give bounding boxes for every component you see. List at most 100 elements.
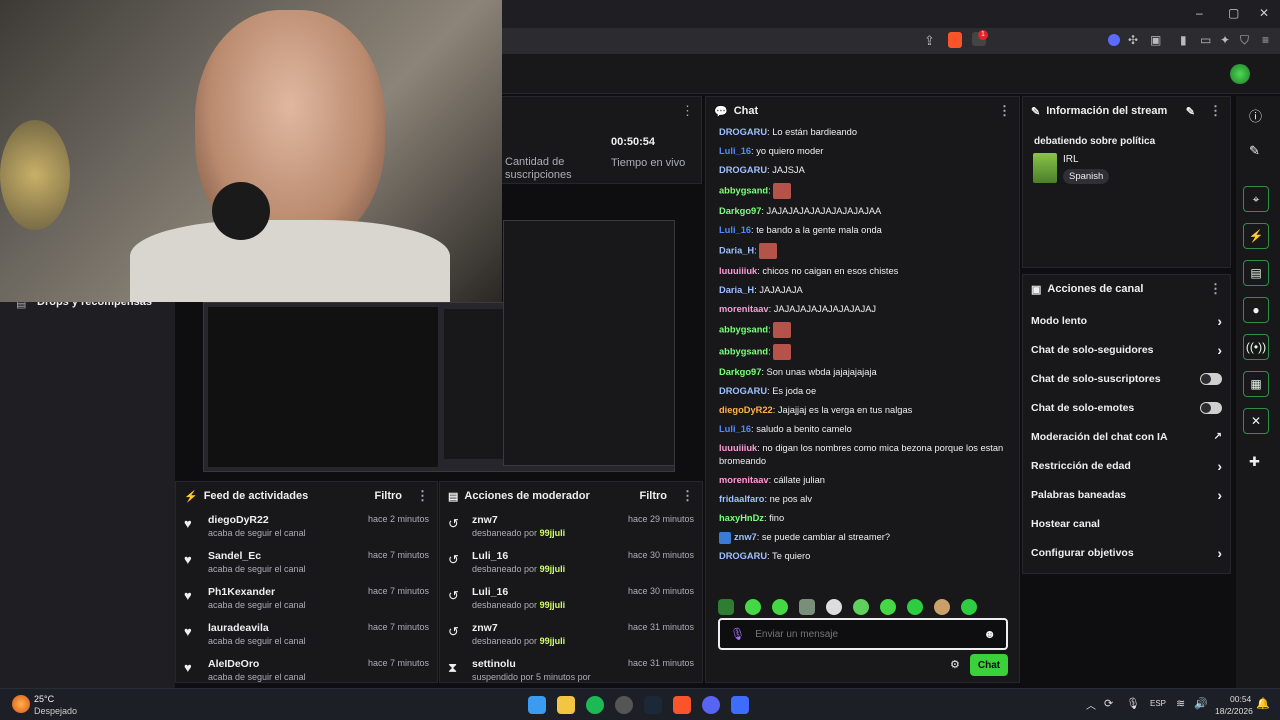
mod-actor-username[interactable]: 99jjuli bbox=[472, 682, 498, 683]
channel-action-item[interactable]: Chat de solo-seguidores › bbox=[1023, 335, 1230, 364]
chat-message[interactable]: Daria_H: bbox=[719, 240, 1009, 262]
mod-target-username[interactable]: settinolu bbox=[472, 658, 618, 670]
channel-action-item[interactable]: Restricción de edad › bbox=[1023, 451, 1230, 480]
emote-1-icon[interactable] bbox=[718, 599, 734, 615]
leo-icon[interactable]: ✦ bbox=[1220, 33, 1230, 47]
notes-button[interactable]: ▤ bbox=[1243, 260, 1269, 286]
wifi-icon[interactable]: ≋ bbox=[1176, 697, 1185, 710]
chat-username[interactable]: luuuiiiuk bbox=[719, 443, 757, 453]
emote-10-icon[interactable] bbox=[961, 599, 977, 615]
chat-username[interactable]: abbygsand bbox=[719, 185, 768, 195]
chat-username[interactable]: haxyHnDz bbox=[719, 513, 764, 523]
mod-actor-username[interactable]: 99jjuli bbox=[540, 564, 566, 574]
chat-message[interactable]: morenitaav: JAJAJAJAJAJAJAJAJAJ bbox=[719, 300, 1009, 319]
queue-button[interactable]: ▦ bbox=[1243, 371, 1269, 397]
chat-message[interactable]: Daria_H: JAJAJAJA bbox=[719, 281, 1009, 300]
minimize-button[interactable]: – bbox=[1196, 6, 1203, 20]
mod-action-row[interactable]: ⧗ settinolu suspendido por 5 minutos por 9… bbox=[440, 654, 702, 683]
mod-target-username[interactable]: znw7 bbox=[472, 622, 618, 634]
chat-username[interactable]: DROGARU bbox=[719, 386, 767, 396]
file-explorer-icon[interactable] bbox=[557, 696, 575, 714]
emote-3-icon[interactable] bbox=[772, 599, 788, 615]
chat-username[interactable]: Luli_16 bbox=[719, 146, 751, 156]
emote-8-icon[interactable] bbox=[907, 599, 923, 615]
close-window-button[interactable]: ✕ bbox=[1259, 6, 1269, 20]
stats-menu-icon[interactable]: ⋮ bbox=[681, 103, 694, 119]
chat-username[interactable]: abbygsand bbox=[719, 324, 768, 334]
chat-message[interactable]: Luli_16: yo quiero moder bbox=[719, 142, 1009, 161]
edit-info-icon[interactable]: ✎ bbox=[1186, 105, 1195, 118]
chat-username[interactable]: fridaalfaro bbox=[719, 494, 764, 504]
mod-action-row[interactable]: ↺ Luli_16 desbaneado por 99jjuli hace 30 mi… bbox=[440, 546, 702, 582]
tools-button[interactable]: ✕ bbox=[1243, 408, 1269, 434]
clip-button[interactable]: ⌖ bbox=[1243, 186, 1269, 212]
chat-username[interactable]: Darkgo97 bbox=[719, 367, 761, 377]
input-language[interactable]: ESP bbox=[1150, 699, 1166, 708]
screenshot-icon[interactable]: ▣ bbox=[1150, 33, 1161, 47]
app-icon[interactable] bbox=[731, 696, 749, 714]
menu-icon[interactable]: ≡ bbox=[1262, 33, 1269, 47]
toggle-switch[interactable] bbox=[1200, 372, 1222, 385]
chat-action-button[interactable]: ● bbox=[1243, 297, 1269, 323]
channel-action-item[interactable]: Chat de solo-emotes bbox=[1023, 393, 1230, 422]
activity-username[interactable]: diegoDyR22 bbox=[208, 514, 358, 526]
chat-message[interactable]: abbygsand: bbox=[719, 180, 1009, 202]
category-box-art[interactable] bbox=[1033, 153, 1057, 183]
emote-9-icon[interactable] bbox=[934, 599, 950, 615]
chat-message[interactable]: luuuiiiuk: no digan los nombres como mic… bbox=[719, 439, 1009, 471]
chat-message[interactable]: DROGARU: Lo están bardieando bbox=[719, 123, 1009, 142]
chat-username[interactable]: Darkgo97 bbox=[719, 206, 761, 216]
mod-filter-button[interactable]: Filtro bbox=[640, 490, 668, 502]
chevron-up-icon[interactable]: ︿ bbox=[1086, 697, 1096, 712]
chat-message[interactable]: Darkgo97: Son unas wbda jajajajajaja bbox=[719, 363, 1009, 382]
chat-username[interactable]: Daria_H bbox=[719, 285, 754, 295]
chat-username[interactable]: DROGARU bbox=[719, 127, 767, 137]
chat-message[interactable]: abbygsand: bbox=[719, 341, 1009, 363]
activity-row[interactable]: ♥ Ph1Kexander acaba de seguir el canal hace… bbox=[176, 582, 437, 618]
activity-row[interactable]: ♥ lauradeavila acaba de seguir el canal hac… bbox=[176, 618, 437, 654]
mod-target-username[interactable]: Luli_16 bbox=[472, 586, 618, 598]
mod-actor-username[interactable]: 99jjuli bbox=[540, 600, 566, 610]
chat-username[interactable]: znw7 bbox=[734, 532, 757, 542]
mod-action-row[interactable]: ↺ znw7 desbaneado por 99jjuli hace 29 minut… bbox=[440, 510, 702, 546]
start-icon[interactable] bbox=[528, 696, 546, 714]
mic-tray-icon[interactable]: 🎙 bbox=[1126, 697, 1140, 710]
chat-username[interactable]: morenitaav bbox=[719, 475, 769, 485]
chat-username[interactable]: abbygsand bbox=[719, 346, 768, 356]
brave-shield-icon[interactable] bbox=[948, 32, 962, 48]
share-icon[interactable]: ⇪ bbox=[924, 33, 935, 49]
chat-username[interactable]: Luli_16 bbox=[719, 424, 751, 434]
channel-action-item[interactable]: Palabras baneadas › bbox=[1023, 480, 1230, 509]
activity-username[interactable]: lauradeavila bbox=[208, 622, 358, 634]
activity-username[interactable]: Sandel_Ec bbox=[208, 550, 358, 562]
activity-menu-icon[interactable]: ⋮ bbox=[416, 488, 429, 504]
chat-username[interactable]: DROGARU bbox=[719, 165, 767, 175]
chat-username[interactable]: morenitaav bbox=[719, 304, 769, 314]
notification-icon[interactable]: 🔔 bbox=[1256, 697, 1270, 710]
channel-action-item[interactable]: Hostear canal bbox=[1023, 509, 1230, 538]
chat-username[interactable]: Luli_16 bbox=[719, 225, 751, 235]
info-icon[interactable]: ⓘ bbox=[1249, 106, 1262, 125]
channel-actions-menu-icon[interactable]: ⋮ bbox=[1209, 281, 1222, 297]
avatar[interactable] bbox=[1230, 64, 1250, 84]
channel-action-item[interactable]: Chat de solo-suscriptores bbox=[1023, 364, 1230, 393]
emoji-icon[interactable]: ☻ bbox=[983, 627, 996, 641]
chat-message[interactable]: fridaalfaro: ne pos alv bbox=[719, 490, 1009, 509]
discord-icon[interactable] bbox=[702, 696, 720, 714]
chat-username[interactable]: diegoDyR22 bbox=[719, 405, 773, 415]
sidebar-icon[interactable]: ▮ bbox=[1180, 33, 1187, 47]
chat-message[interactable]: abbygsand: bbox=[719, 319, 1009, 341]
emote-4-icon[interactable] bbox=[799, 599, 815, 615]
mod-target-username[interactable]: znw7 bbox=[472, 514, 618, 526]
emote-7-icon[interactable] bbox=[880, 599, 896, 615]
add-action-icon[interactable]: ✚ bbox=[1249, 454, 1260, 470]
mod-menu-icon[interactable]: ⋮ bbox=[681, 488, 694, 504]
stream-info-menu-icon[interactable]: ⋮ bbox=[1209, 103, 1222, 119]
send-chat-button[interactable]: Chat bbox=[970, 654, 1008, 676]
emote-5-icon[interactable] bbox=[826, 599, 842, 615]
activity-row[interactable]: ♥ AleIDeOro acaba de seguir el canal hace 7… bbox=[176, 654, 437, 682]
activity-row[interactable]: ♥ Sandel_Ec acaba de seguir el canal hace 7… bbox=[176, 546, 437, 582]
weather-icon[interactable] bbox=[12, 695, 30, 713]
mod-target-username[interactable]: Luli_16 bbox=[472, 550, 618, 562]
vpn-icon[interactable]: ⛉ bbox=[1240, 33, 1249, 48]
